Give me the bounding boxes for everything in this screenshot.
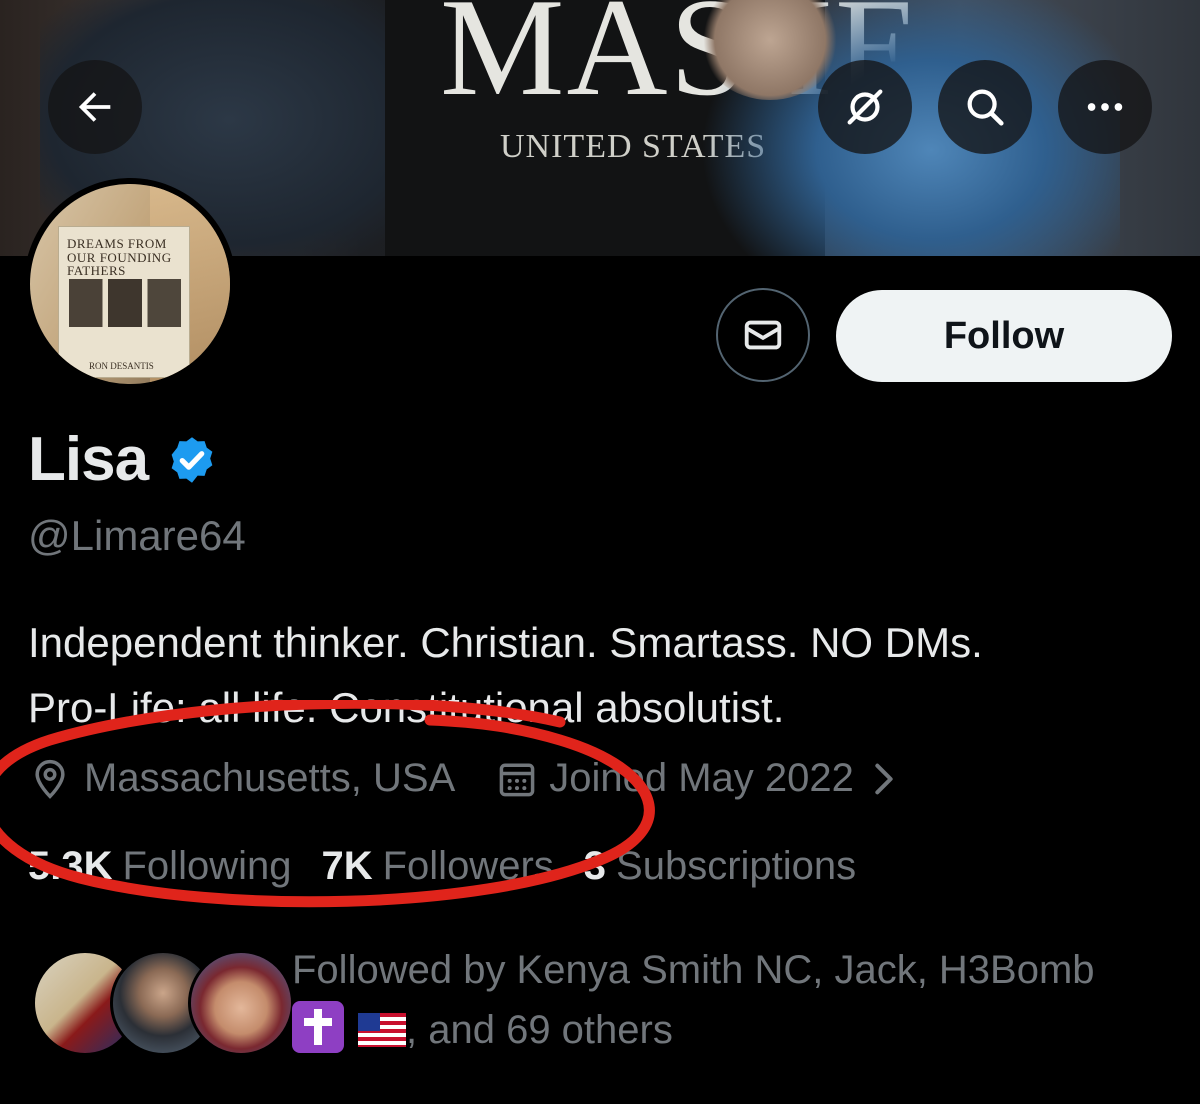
following-count: 5.3K	[28, 844, 113, 888]
subscriptions-count: 3	[583, 844, 607, 888]
followers-link[interactable]: 7K Followers	[321, 844, 553, 889]
location-pin-icon	[35, 759, 65, 799]
profile-bio: Independent thinker. Christian. Smartass…	[28, 610, 1168, 740]
followed-by-avatars[interactable]	[32, 950, 294, 1056]
follower-avatar	[188, 950, 294, 1056]
us-flag-emoji-icon	[358, 1013, 406, 1047]
subscriptions-link[interactable]: 3 Subscriptions	[584, 844, 856, 889]
followers-count: 7K	[321, 844, 373, 888]
bio-line: Pro-Life: all life. Constitutional absol…	[28, 684, 785, 731]
avatar-book: DREAMS FROM OUR FOUNDING FATHERS RON DES…	[58, 226, 190, 378]
following-label: Following	[122, 844, 292, 888]
search-button[interactable]	[938, 60, 1032, 154]
profile-joined-date[interactable]: Joined May 2022	[549, 756, 854, 801]
grok-button[interactable]	[818, 60, 912, 154]
following-link[interactable]: 5.3K Following	[28, 844, 291, 889]
followers-label: Followers	[382, 844, 554, 888]
message-button[interactable]	[716, 288, 810, 382]
search-icon	[967, 89, 1004, 126]
grok-icon	[847, 89, 883, 125]
verified-badge-icon[interactable]	[166, 434, 218, 486]
followed-by-line: Followed by Kenya Smith NC, Jack, H3Bomb	[292, 948, 1095, 992]
followed-by-line-2: , and 69 others	[292, 1000, 1172, 1060]
profile-stats: 5.3K Following 7K Followers 3 Subscriptions	[28, 844, 856, 889]
display-name: Lisa	[28, 425, 149, 494]
envelope-icon	[744, 320, 782, 350]
avatar-image: DREAMS FROM OUR FOUNDING FATHERS RON DES…	[30, 184, 230, 384]
calendar-icon	[499, 763, 535, 796]
subscriptions-label: Subscriptions	[616, 844, 857, 888]
more-options-button[interactable]	[1058, 60, 1152, 154]
profile-location: Massachusetts, USA	[84, 756, 456, 800]
chevron-right-icon[interactable]	[868, 759, 900, 799]
avatar-book-portraits	[69, 279, 181, 327]
back-button[interactable]	[48, 60, 142, 154]
profile-meta-row: Massachusetts, USA Joined May 2022	[28, 756, 900, 801]
back-arrow-icon	[78, 92, 111, 122]
profile-name-row: Lisa	[28, 424, 218, 495]
avatar-book-author: RON DESANTIS	[89, 361, 154, 371]
follow-button[interactable]: Follow	[836, 290, 1172, 382]
bio-line: Independent thinker. Christian. Smartass…	[28, 619, 983, 666]
profile-handle: @Limare64	[28, 512, 246, 559]
followed-by-text[interactable]: Followed by Kenya Smith NC, Jack, H3Bomb…	[292, 940, 1172, 1060]
avatar-book-title: DREAMS FROM OUR FOUNDING FATHERS	[67, 236, 172, 279]
latin-cross-emoji-icon	[292, 1001, 344, 1053]
profile-avatar[interactable]: DREAMS FROM OUR FOUNDING FATHERS RON DES…	[24, 178, 236, 390]
followed-by-others: , and 69 others	[406, 1008, 673, 1052]
more-icon	[1087, 103, 1123, 111]
